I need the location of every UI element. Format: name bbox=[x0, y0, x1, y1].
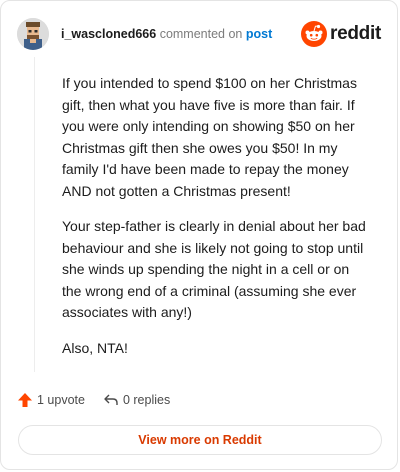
comment-embed-card: i_wascloned666 commented on post reddit … bbox=[0, 0, 398, 470]
post-link[interactable]: post bbox=[246, 27, 272, 41]
reddit-logo[interactable]: reddit bbox=[301, 21, 381, 47]
thread-line bbox=[34, 57, 35, 372]
comment-paragraph: If you intended to spend $100 on her Chr… bbox=[62, 75, 357, 199]
view-more-button[interactable]: View more on Reddit bbox=[18, 425, 382, 455]
username[interactable]: i_wascloned666 bbox=[61, 27, 156, 41]
comment-body: If you intended to spend $100 on her Chr… bbox=[62, 73, 367, 373]
comment-paragraph: Also, NTA! bbox=[62, 339, 128, 356]
upvote-arrow-icon bbox=[18, 393, 32, 407]
comment-header: i_wascloned666 commented on post reddit bbox=[17, 17, 381, 51]
commented-on-text: commented on bbox=[159, 27, 243, 41]
upvote-button[interactable]: 1 upvote bbox=[17, 392, 85, 408]
comment-paragraph: Your step-father is clearly in denial ab… bbox=[62, 218, 366, 320]
avatar[interactable] bbox=[17, 18, 49, 50]
comment-footer: 1 upvote 0 replies bbox=[17, 388, 381, 412]
upvote-count: 1 upvote bbox=[37, 393, 85, 407]
byline: i_wascloned666 commented on post bbox=[61, 27, 272, 41]
reddit-snoo-icon bbox=[301, 21, 328, 47]
reply-icon bbox=[104, 394, 118, 405]
view-more-label: View more on Reddit bbox=[138, 433, 262, 447]
replies-button[interactable]: 0 replies bbox=[103, 392, 170, 408]
reply-count: 0 replies bbox=[122, 393, 171, 407]
reddit-wordmark: reddit bbox=[330, 23, 381, 44]
